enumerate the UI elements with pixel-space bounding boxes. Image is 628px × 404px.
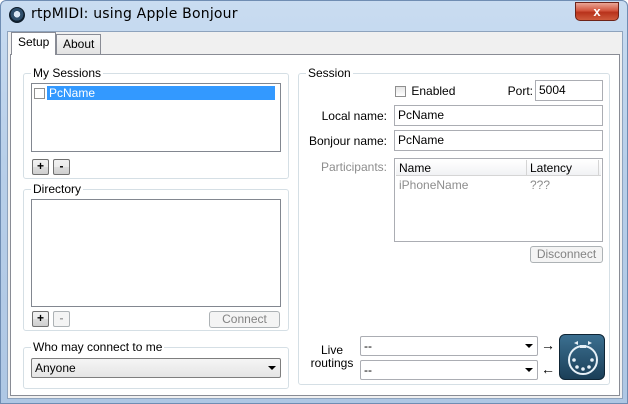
window-title: rtpMIDI: using Apple Bonjour — [31, 6, 238, 22]
local-name-field[interactable]: PcName — [394, 105, 603, 126]
chevron-down-icon — [268, 366, 276, 370]
enabled-label: Enabled — [411, 84, 456, 98]
participants-label: Participants: — [320, 160, 387, 174]
my-sessions-list[interactable]: PcName — [31, 83, 281, 152]
close-button[interactable]: x — [575, 2, 619, 21]
add-session-button[interactable]: + — [32, 159, 49, 175]
directory-legend: Directory — [31, 182, 84, 196]
list-item[interactable]: PcName — [34, 86, 278, 100]
who-may-connect-group: Who may connect to me Anyone — [23, 340, 289, 389]
enabled-checkbox[interactable] — [395, 86, 406, 98]
my-sessions-legend: My Sessions — [31, 66, 104, 80]
setup-panel: My Sessions PcName + - Directory + - Con… — [10, 54, 620, 396]
remove-directory-button[interactable]: - — [53, 311, 70, 327]
local-name-label: Local name: — [321, 109, 387, 123]
enabled-checkbox-row[interactable]: Enabled — [395, 83, 455, 99]
who-may-connect-select[interactable]: Anyone — [31, 358, 281, 378]
tab-setup[interactable]: Setup — [11, 32, 57, 55]
add-directory-button[interactable]: + — [32, 311, 49, 327]
bonjour-name-label: Bonjour name: — [308, 134, 387, 148]
column-latency[interactable]: Latency — [527, 160, 599, 176]
midi-app-icon — [9, 7, 25, 23]
participants-header: Name Latency — [396, 160, 601, 176]
routing-in-value: -- — [364, 363, 372, 377]
arrow-right-icon: → — [541, 337, 555, 353]
session-checkbox[interactable] — [34, 88, 45, 100]
directory-group: Directory + - Connect — [23, 182, 289, 331]
midi-connector-icon — [559, 334, 605, 380]
routing-in-select[interactable]: -- — [360, 360, 538, 380]
client-area: Setup About My Sessions PcName + - Direc… — [7, 31, 623, 399]
session-group: Session Enabled Port: 5004 Local name: P… — [298, 66, 610, 385]
port-field[interactable]: 5004 — [535, 80, 603, 101]
routing-out-value: -- — [364, 339, 372, 353]
bonjour-name-field[interactable]: PcName — [394, 130, 603, 151]
my-sessions-group: My Sessions PcName + - — [23, 66, 289, 179]
chevron-down-icon — [525, 368, 533, 372]
app-window: rtpMIDI: using Apple Bonjour x Setup Abo… — [0, 0, 628, 404]
disconnect-button[interactable]: Disconnect — [530, 246, 603, 263]
title-bar[interactable]: rtpMIDI: using Apple Bonjour x — [1, 1, 627, 29]
who-may-connect-legend: Who may connect to me — [31, 340, 165, 354]
port-label: Port: — [507, 84, 533, 98]
connect-button[interactable]: Connect — [209, 311, 280, 328]
remove-session-button[interactable]: - — [53, 159, 70, 175]
session-legend: Session — [306, 66, 353, 80]
participant-latency: ??? — [530, 178, 551, 192]
participant-name[interactable]: iPhoneName — [399, 178, 468, 192]
who-may-connect-value: Anyone — [35, 361, 76, 375]
session-name: PcName — [47, 86, 275, 100]
live-routings-label: Live routings — [310, 343, 354, 370]
tab-about[interactable]: About — [56, 34, 102, 54]
chevron-down-icon — [525, 344, 533, 348]
arrow-left-icon: ← — [541, 361, 555, 377]
column-name[interactable]: Name — [396, 160, 527, 176]
participants-list[interactable]: Name Latency iPhoneName ??? — [394, 158, 603, 242]
routing-out-select[interactable]: -- — [360, 336, 538, 356]
directory-list[interactable] — [31, 199, 281, 307]
